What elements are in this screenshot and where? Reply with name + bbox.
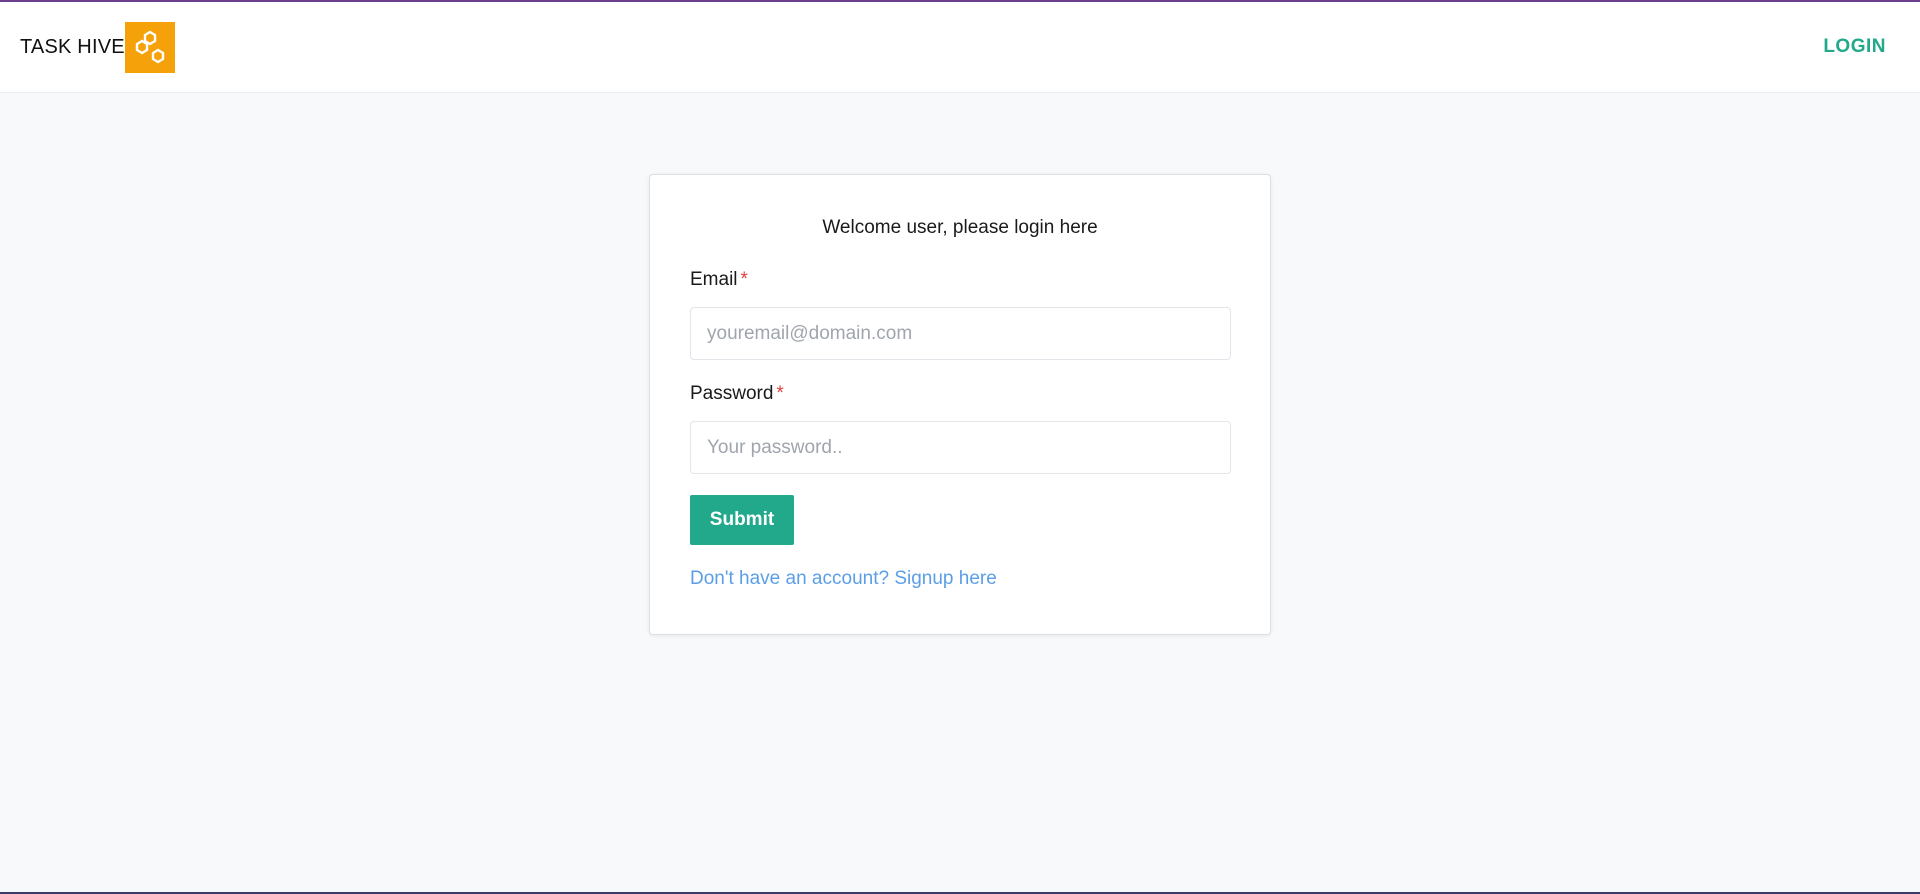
honeycomb-icon — [124, 22, 175, 73]
email-input[interactable] — [690, 307, 1231, 360]
required-mark: * — [776, 383, 784, 404]
login-title: Welcome user, please login here — [822, 217, 1098, 238]
submit-button[interactable]: Submit — [690, 495, 794, 545]
top-navbar: TASK HIVE LOGIN — [0, 2, 1920, 93]
password-input[interactable] — [690, 421, 1231, 474]
password-label: Password * — [690, 383, 784, 405]
required-mark: * — [740, 269, 748, 290]
nav-login-link[interactable]: LOGIN — [1823, 36, 1886, 58]
brand-name: TASK HIVE — [20, 36, 125, 58]
email-label: Email * — [690, 269, 748, 291]
login-card: Welcome user, please login here Email* P… — [649, 174, 1271, 635]
brand[interactable]: TASK HIVE — [20, 22, 175, 73]
email-label-text: Email — [690, 269, 738, 290]
signup-link[interactable]: Don't have an account? Signup here — [690, 568, 997, 590]
password-label-text: Password — [690, 383, 774, 404]
app-frame: TASK HIVE LOGIN Welcome user, please log… — [0, 0, 1920, 894]
